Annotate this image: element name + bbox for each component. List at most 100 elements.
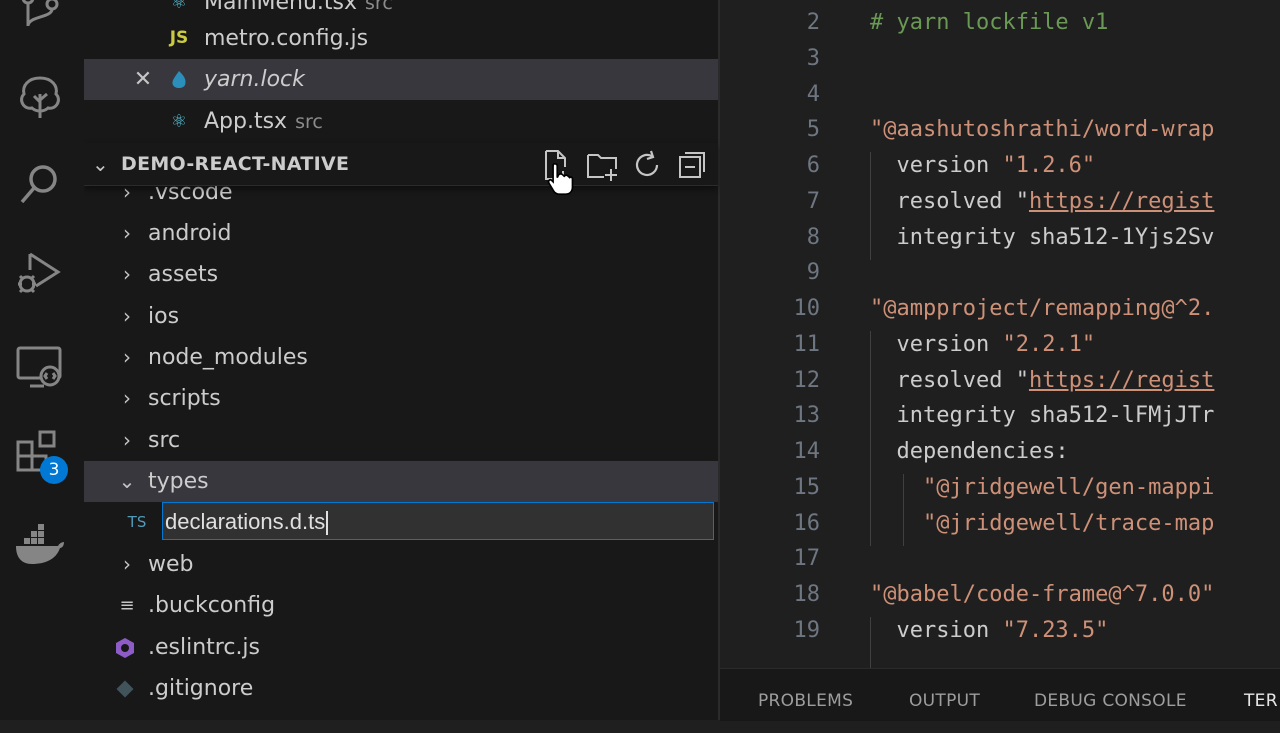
tree-folder-name: types [148,469,209,494]
line-number: 5 [806,117,820,143]
tree-folder[interactable]: › web [84,544,718,585]
code-line: resolved "https://regist [870,188,1215,214]
tree-file-name: .gitignore [148,676,254,701]
tab-problems[interactable]: PROBLEMS [758,669,853,733]
line-number: 10 [793,296,821,321]
tree-file[interactable]: ≡ .buckconfig [84,585,718,626]
chevron-right-icon: › [123,262,131,286]
eslint-icon [112,627,138,668]
tab-terminal[interactable]: TER [1244,669,1278,733]
lines-file-icon: ≡ [119,595,135,616]
chevron-right-icon: › [123,386,131,410]
tree-folder[interactable]: › ios [84,296,718,337]
tree-file-name: .buckconfig [148,593,276,618]
line-number: 12 [793,367,821,393]
line-number: 11 [793,331,821,357]
line-number: 4 [806,81,820,107]
tree-folder[interactable]: › node_modules [84,337,718,378]
line-number: 3 [806,45,820,71]
typescript-icon: TS [127,513,147,531]
tree-folder[interactable]: › scripts [84,378,718,419]
remote-explorer-icon[interactable] [14,340,66,392]
refresh-icon[interactable] [629,147,665,183]
extensions-badge: 3 [40,456,68,484]
activity-bar: 3 [0,0,84,720]
code-line: "@aashutoshrathi/word-wrap [870,117,1215,143]
open-editor-name: metro.config.js [204,26,369,51]
open-editor-name: MainMenu.tsx [204,0,358,15]
code-line: "@jridgewell/gen-mappi [922,474,1215,500]
run-debug-icon[interactable] [14,246,66,298]
code-line: # yarn lockfile v1 [870,10,1109,35]
code-line: version "7.23.5" [870,617,1109,643]
line-number: 17 [793,546,821,572]
docker-icon[interactable] [14,518,66,570]
open-editor-name: yarn.lock [204,67,305,92]
chevron-right-icon: › [123,304,131,328]
chevron-down-icon: ⌄ [92,152,109,176]
collapse-all-icon[interactable] [674,147,710,183]
close-icon[interactable]: ✕ [130,59,156,100]
code-line: "@ampproject/remapping@^2. [870,296,1215,321]
line-number: 6 [806,153,820,178]
open-editor-item-active[interactable]: ✕ yarn.lock [84,59,718,100]
tree-icon[interactable] [14,70,66,122]
open-editor-desc: src [295,111,323,133]
open-editor-item[interactable]: ⚛ App.tsx src [84,101,718,142]
open-editor-item[interactable]: JS metro.config.js [84,18,718,59]
line-number: 18 [793,582,821,607]
tree-folder-expanded[interactable]: ⌄ types [84,461,718,502]
line-number: 19 [793,617,821,643]
chevron-right-icon: › [123,428,131,452]
tree-file[interactable]: .eslintrc.js [84,627,718,668]
tree-file[interactable]: .gitignore [84,668,718,709]
chevron-right-icon: › [123,221,131,245]
bottom-panel: PROBLEMS OUTPUT DEBUG CONSOLE TER [720,668,1280,721]
tree-folder[interactable]: › assets [84,254,718,295]
text-caret [326,511,329,536]
line-number: 2 [806,10,820,35]
line-number: 9 [806,260,820,286]
chevron-right-icon: › [123,552,131,576]
code-line: integrity sha512-lFMjJTr [870,403,1215,429]
tree-folder-name: web [148,552,194,577]
tree-folder-name: scripts [148,386,221,411]
react-icon: ⚛ [170,111,188,132]
line-number: 15 [793,474,821,500]
tab-output[interactable]: OUTPUT [909,669,980,733]
tree-folder-name: android [148,221,232,246]
section-header-project[interactable]: ⌄ DEMO-REACT-NATIVE [84,143,718,196]
project-title: DEMO-REACT-NATIVE [121,153,350,175]
new-folder-icon[interactable] [584,147,620,183]
line-number: 14 [793,439,821,464]
chevron-down-icon: ⌄ [118,469,136,493]
new-file-name-input[interactable]: declarations.d.ts [162,502,714,540]
code-line: resolved "https://regist [870,367,1215,393]
search-icon[interactable] [14,158,66,210]
line-number: 16 [793,510,821,536]
tree-folder[interactable]: › src [84,420,718,461]
code-line: version "1.2.6" [870,153,1096,178]
tree-folder-name: node_modules [148,345,308,370]
tab-debug-console[interactable]: DEBUG CONSOLE [1034,669,1187,733]
open-editor-desc: src [365,0,393,14]
code-line: "@jridgewell/trace-map [922,510,1215,536]
code-editor[interactable]: # 2 # yarn lockfile v1 3 4 5 "@aashutoshrathi… [720,0,1280,668]
code-line: version "2.2.1" [870,331,1096,357]
javascript-icon: JS [169,28,189,48]
line-number: 13 [793,403,821,429]
line-number: 1 [720,0,820,3]
chevron-right-icon: › [123,345,131,369]
yarn-icon [166,59,192,100]
tree-file-name: .eslintrc.js [148,635,261,660]
tree-folder-name: src [148,428,181,453]
git-icon [112,668,138,709]
open-editor-name: App.tsx [204,109,288,134]
code-line: integrity sha512-1Yjs2Sv [870,224,1215,250]
tree-folder[interactable]: › android [84,213,718,254]
source-control-icon[interactable] [14,0,66,38]
explorer-sidebar: ⚛ MainMenu.tsx src JS metro.config.js ✕ y… [84,0,720,720]
code-line-partial: # [870,0,883,3]
line-number: 7 [806,188,820,214]
code-line: dependencies: [870,439,1069,464]
